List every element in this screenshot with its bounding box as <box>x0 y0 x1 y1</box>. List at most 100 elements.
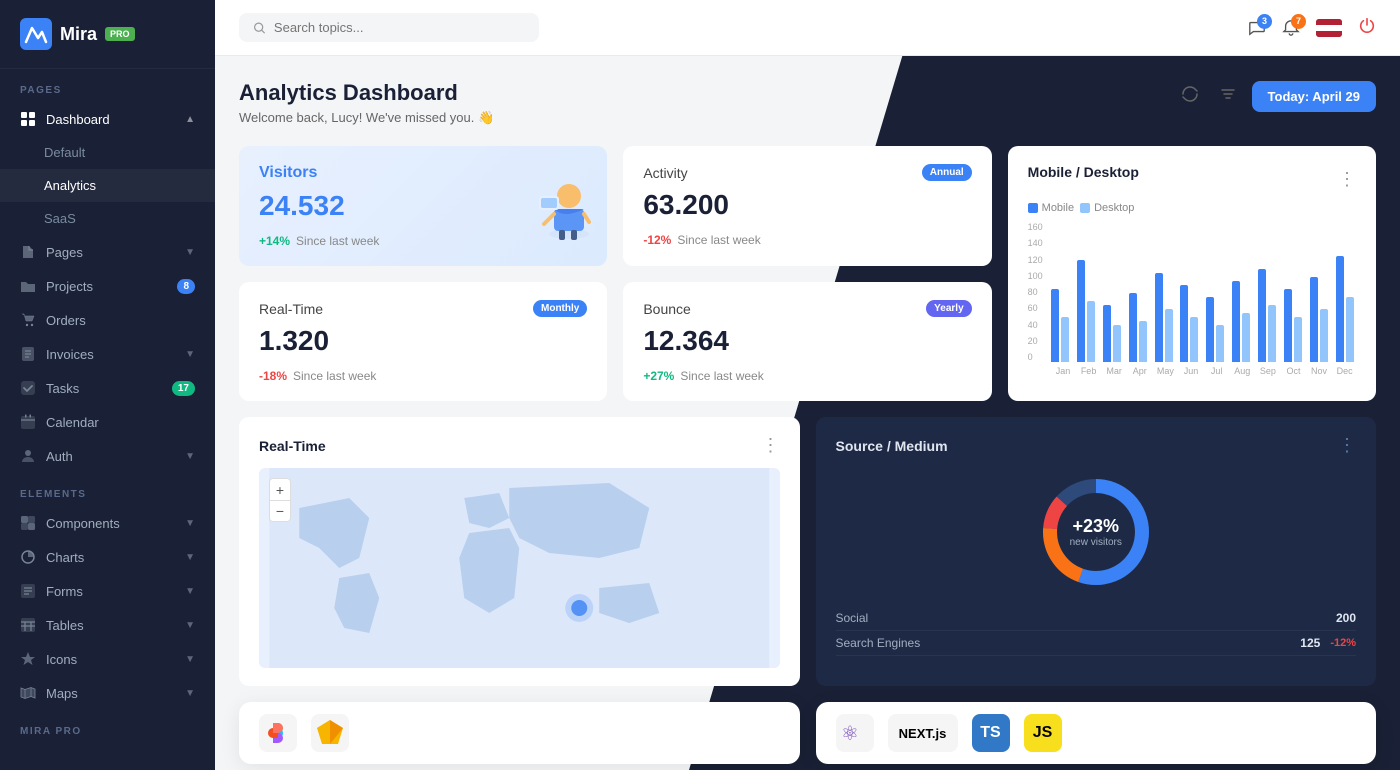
svg-text:⚛: ⚛ <box>841 723 859 745</box>
map-zoom-out[interactable]: − <box>269 500 291 522</box>
realtime-since: Since last week <box>293 369 376 383</box>
bar-desktop-nov <box>1320 309 1328 362</box>
projects-badge: 8 <box>177 279 195 294</box>
map-zoom-in[interactable]: + <box>269 478 291 500</box>
bounce-value: 12.364 <box>643 325 971 357</box>
charts-icon <box>20 549 36 565</box>
sidebar-item-projects[interactable]: Projects 8 <box>0 269 215 303</box>
bar-desktop-jul <box>1216 325 1224 362</box>
bar-desktop-oct <box>1294 317 1302 362</box>
bar-label-dec: Dec <box>1333 366 1356 376</box>
sidebar-item-charts[interactable]: Charts ▼ <box>0 540 215 574</box>
forms-icon <box>20 583 36 599</box>
search-input[interactable] <box>274 20 525 35</box>
filter-button[interactable] <box>1214 80 1242 113</box>
bar-group-oct <box>1281 232 1304 362</box>
tables-label: Tables <box>46 618 84 633</box>
bar-mobile-jan <box>1051 289 1059 362</box>
brand-strip: ⚛ NEXT.js TS JS <box>239 702 1376 764</box>
donut-percentage: +23% <box>1070 516 1122 537</box>
source-menu[interactable]: ⋮ <box>1338 435 1356 456</box>
sidebar-item-tables[interactable]: Tables ▼ <box>0 608 215 642</box>
mobile-desktop-menu[interactable]: ⋮ <box>1338 169 1356 190</box>
tasks-label: Tasks <box>46 381 79 396</box>
sketch-icon <box>311 714 349 752</box>
sidebar-item-forms[interactable]: Forms ▼ <box>0 574 215 608</box>
sidebar-item-auth[interactable]: Auth ▼ <box>0 439 215 473</box>
components-chevron: ▼ <box>185 518 195 529</box>
brand-card-dev: ⚛ NEXT.js TS JS <box>816 702 1377 764</box>
sidebar-item-icons[interactable]: Icons ▼ <box>0 642 215 676</box>
pages-chevron: ▼ <box>185 247 195 258</box>
javascript-icon: JS <box>1024 714 1062 752</box>
power-button[interactable] <box>1358 16 1376 39</box>
donut-chart: +23% new visitors <box>1036 472 1156 592</box>
bounce-since: Since last week <box>680 369 763 383</box>
sidebar-item-pages[interactable]: Pages ▼ <box>0 235 215 269</box>
charts-label: Charts <box>46 550 84 565</box>
cart-icon <box>20 312 36 328</box>
realtime-badge: Monthly <box>533 300 587 317</box>
elements-section-label: ELEMENTS <box>0 473 215 506</box>
bar-label-jun: Jun <box>1180 366 1203 376</box>
sidebar-item-maps[interactable]: Maps ▼ <box>0 676 215 710</box>
icons-chevron: ▼ <box>185 654 195 665</box>
realtime-stat-header: Real-Time Monthly <box>259 300 587 317</box>
sidebar-item-default[interactable]: Default <box>0 136 215 169</box>
source-social-val: 200 <box>1336 611 1356 625</box>
search-wrap[interactable] <box>239 13 539 42</box>
bar-mobile-sep <box>1258 269 1266 362</box>
sidebar-item-orders[interactable]: Orders <box>0 303 215 337</box>
refresh-button[interactable] <box>1176 80 1204 113</box>
auth-label: Auth <box>46 449 73 464</box>
source-row-search: Search Engines 125 -12% <box>836 631 1357 656</box>
components-icon <box>20 515 36 531</box>
today-button[interactable]: Today: April 29 <box>1252 81 1376 112</box>
topbar: 3 7 <box>215 0 1400 56</box>
orders-label: Orders <box>46 313 86 328</box>
sidebar-item-dashboard[interactable]: Dashboard ▲ <box>0 102 215 136</box>
bar-desktop-aug <box>1242 313 1250 362</box>
brand-card-design <box>239 702 800 764</box>
sidebar-item-calendar[interactable]: Calendar <box>0 405 215 439</box>
file-icon <box>20 244 36 260</box>
page-header-actions: Today: April 29 <box>1176 80 1376 113</box>
bar-mobile-mar <box>1103 305 1111 362</box>
source-row-social: Social 200 <box>836 606 1357 631</box>
realtime-footer: -18% Since last week <box>259 369 587 383</box>
sidebar-item-analytics[interactable]: Analytics <box>0 169 215 202</box>
source-social-name: Social <box>836 611 869 625</box>
nextjs-icon: NEXT.js <box>888 714 958 752</box>
donut-center: +23% new visitors <box>1070 516 1122 548</box>
bar-group-jun <box>1178 232 1201 362</box>
map-icon <box>20 685 36 701</box>
chat-button[interactable]: 3 <box>1248 19 1266 37</box>
icons-icon <box>20 651 36 667</box>
check-icon <box>20 380 36 396</box>
sidebar-section-mirapro: MIRA PRO <box>0 710 215 743</box>
chat-badge: 3 <box>1257 14 1272 29</box>
visitors-change: +14% <box>259 234 290 248</box>
invoice-icon <box>20 346 36 362</box>
realtime-change: -18% <box>259 369 287 383</box>
source-table: Social 200 Search Engines 125 -12% <box>836 606 1357 656</box>
realtime-map-menu[interactable]: ⋮ <box>762 435 780 456</box>
topbar-right: 3 7 <box>1248 16 1376 39</box>
sidebar-item-components[interactable]: Components ▼ <box>0 506 215 540</box>
bounce-badge: Yearly <box>926 300 971 317</box>
bar-label-aug: Aug <box>1231 366 1254 376</box>
bar-mobile-nov <box>1310 277 1318 362</box>
donut-sublabel: new visitors <box>1070 537 1122 548</box>
source-medium-card: Source / Medium ⋮ <box>816 417 1377 686</box>
realtime-map-card: Real-Time ⋮ + − <box>239 417 800 686</box>
bar-mobile-dec <box>1336 256 1344 362</box>
sidebar-item-saas[interactable]: SaaS <box>0 202 215 235</box>
language-flag[interactable] <box>1316 19 1342 37</box>
projects-label: Projects <box>46 279 93 294</box>
bar-desktop-mar <box>1113 325 1121 362</box>
bell-button[interactable]: 7 <box>1282 19 1300 37</box>
sidebar-item-invoices[interactable]: Invoices ▼ <box>0 337 215 371</box>
bar-label-may: May <box>1154 366 1177 376</box>
activity-badge: Annual <box>922 164 972 181</box>
sidebar-item-tasks[interactable]: Tasks 17 <box>0 371 215 405</box>
